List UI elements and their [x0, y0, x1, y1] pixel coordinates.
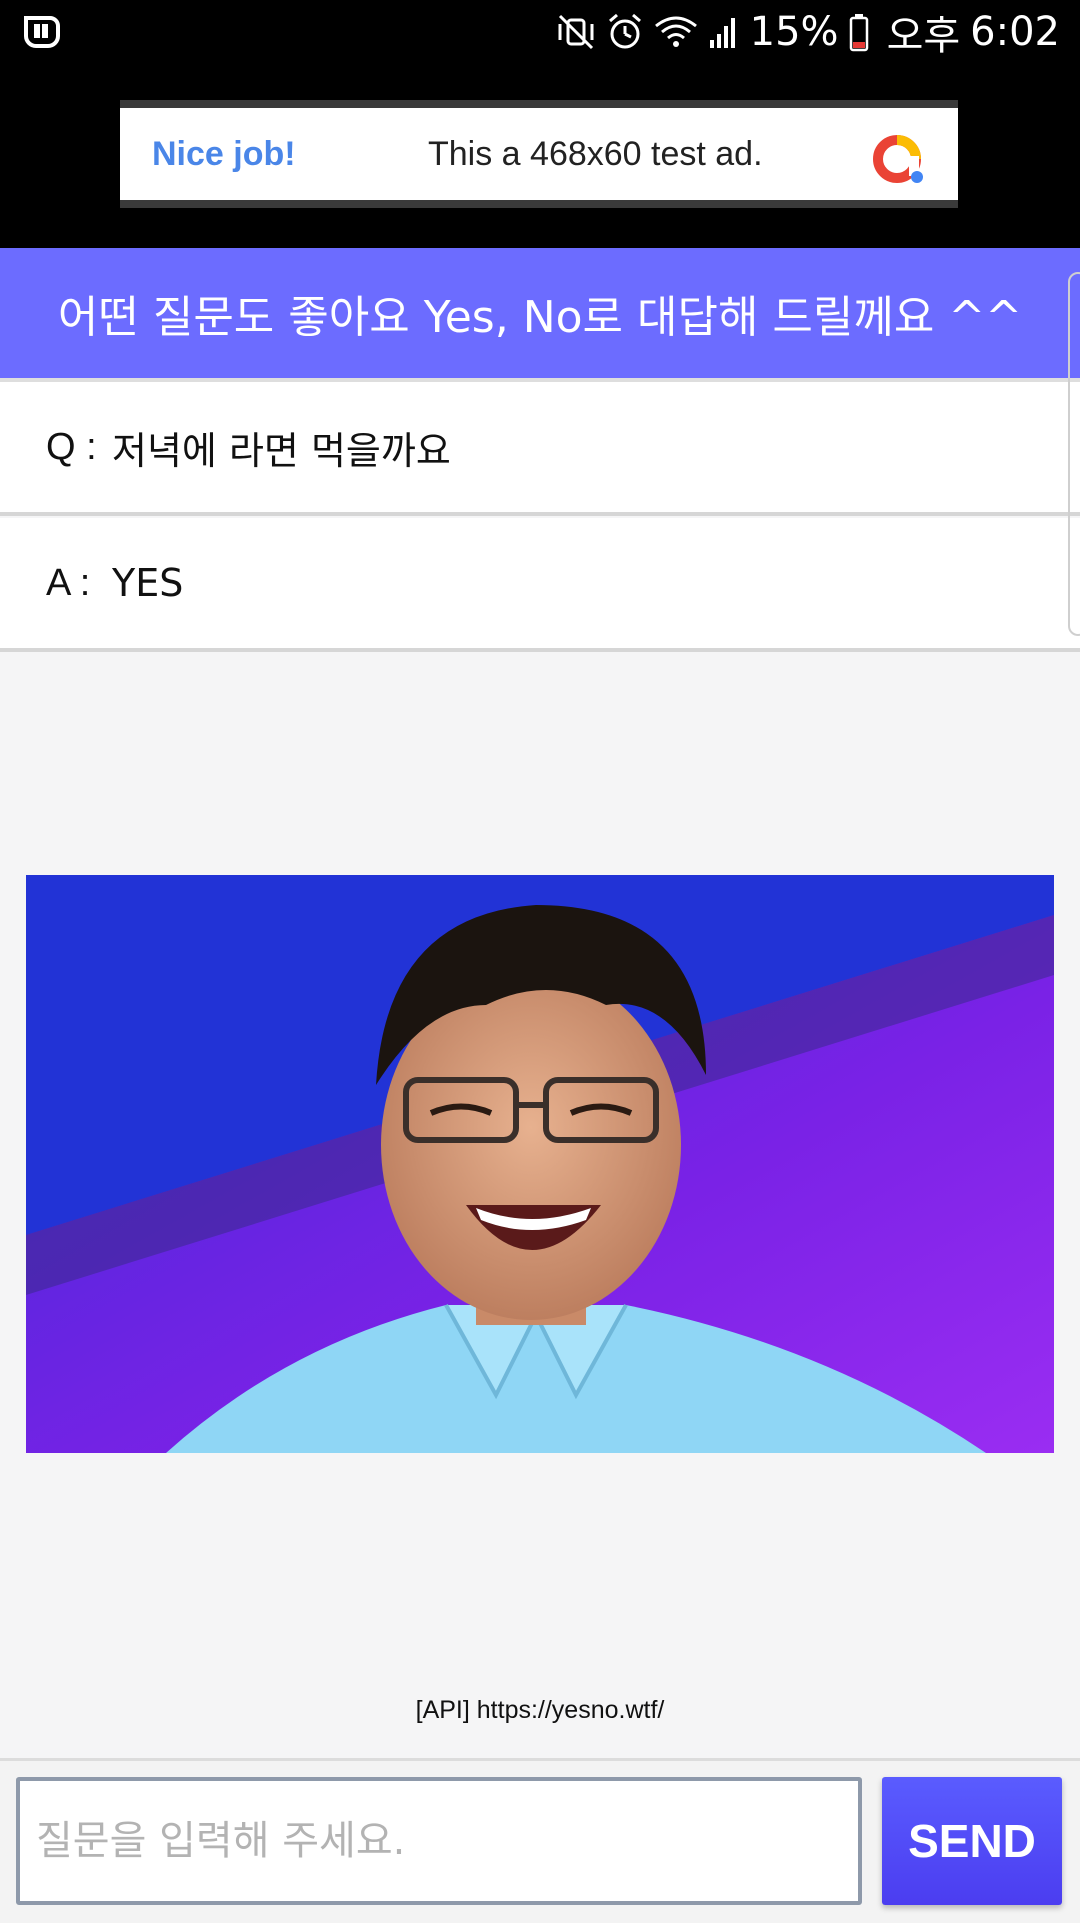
battery-icon	[849, 14, 868, 52]
ad-banner[interactable]: Nice job! This a 468x60 test ad.	[120, 100, 958, 208]
answer-image-illustration	[26, 875, 1054, 1453]
mute-vibrate-icon	[558, 14, 594, 50]
alarm-icon	[608, 13, 641, 49]
edge-card-border	[1068, 272, 1080, 636]
clock-ampm: 오후	[886, 13, 961, 59]
ad-body: This a 468x60 test ad.	[428, 134, 763, 173]
ad-headline: Nice job!	[152, 134, 296, 173]
send-button[interactable]: SEND	[882, 1777, 1062, 1905]
signal-icon	[709, 18, 735, 48]
battery-percentage: 15%	[749, 9, 839, 55]
adsense-logo-icon	[873, 135, 923, 183]
app-notification-icon	[24, 16, 60, 48]
question-row: Q : 저녁에 라면 먹을까요	[0, 382, 1080, 516]
api-link[interactable]: [API] https://yesno.wtf/	[0, 1696, 1080, 1725]
question-prefix: Q :	[46, 425, 97, 468]
question-text: 저녁에 라면 먹을까요	[112, 428, 451, 473]
answer-image	[26, 875, 1054, 1453]
ad-area: Nice job! This a 468x60 test ad.	[0, 64, 1080, 248]
answer-prefix: A :	[46, 561, 91, 604]
wifi-icon	[654, 16, 697, 47]
input-bar: SEND	[0, 1758, 1080, 1923]
page-header: 어떤 질문도 좋아요 Yes, No로 대답해 드릴께요 ^^	[0, 248, 1080, 382]
status-bar: 15% 오후 6:02	[0, 0, 1080, 64]
answer-text: YES	[112, 561, 184, 605]
clock-time: 6:02	[970, 9, 1060, 55]
question-input[interactable]	[16, 1777, 862, 1905]
answer-row: A : YES	[0, 518, 1080, 652]
page-title: 어떤 질문도 좋아요 Yes, No로 대답해 드릴께요 ^^	[57, 292, 1023, 343]
